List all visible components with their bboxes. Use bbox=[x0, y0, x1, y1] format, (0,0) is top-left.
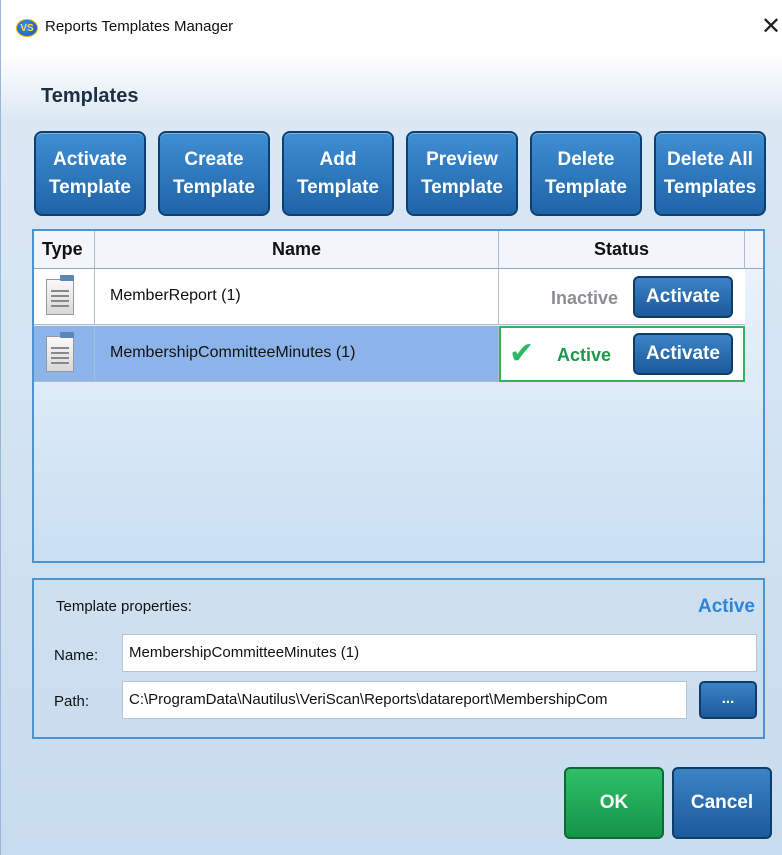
path-label: Path: bbox=[54, 693, 90, 710]
template-properties-panel: Template properties: Active Name: Member… bbox=[32, 578, 765, 739]
close-icon[interactable]: ✕ bbox=[761, 12, 781, 41]
name-label: Name: bbox=[54, 647, 99, 664]
window-title: Reports Templates Manager bbox=[45, 18, 234, 35]
add-template-button[interactable]: Add Template bbox=[282, 131, 394, 216]
column-header-type[interactable]: Type bbox=[34, 231, 95, 268]
create-template-label: Create Template bbox=[172, 148, 255, 198]
template-name: MemberReport (1) bbox=[110, 287, 241, 304]
activate-template-button[interactable]: Activate Template bbox=[34, 131, 146, 216]
ok-button[interactable]: OK bbox=[564, 767, 664, 839]
name-field[interactable]: MembershipCommitteeMinutes (1) bbox=[122, 634, 757, 672]
grid-header: Type Name Status bbox=[34, 231, 763, 269]
delete-template-label: Delete Template bbox=[544, 148, 627, 198]
delete-template-button[interactable]: Delete Template bbox=[530, 131, 642, 216]
type-cell bbox=[34, 326, 95, 382]
properties-title: Template properties: bbox=[56, 598, 192, 615]
name-cell: MemberReport (1) bbox=[95, 269, 499, 325]
status-cell: ✔ Active Activate bbox=[499, 326, 745, 382]
document-icon bbox=[46, 275, 74, 315]
checkmark-icon: ✔ bbox=[509, 337, 535, 370]
status-cell: Inactive Activate bbox=[499, 269, 745, 325]
delete-all-templates-button[interactable]: Delete All Templates bbox=[654, 131, 766, 216]
add-template-label: Add Template bbox=[296, 148, 379, 198]
preview-template-label: Preview Template bbox=[420, 148, 503, 198]
status-text: Inactive bbox=[551, 288, 619, 308]
preview-template-button[interactable]: Preview Template bbox=[406, 131, 518, 216]
title-bar: VS Reports Templates Manager ✕ bbox=[1, 0, 782, 56]
activate-button[interactable]: Activate bbox=[633, 276, 733, 318]
activate-template-label: Activate Template bbox=[48, 148, 131, 198]
reports-templates-manager-window: VS Reports Templates Manager ✕ Templates… bbox=[0, 0, 782, 855]
create-template-button[interactable]: Create Template bbox=[158, 131, 270, 216]
template-name: MembershipCommitteeMinutes (1) bbox=[110, 344, 356, 361]
delete-all-templates-label: Delete All Templates bbox=[663, 148, 757, 198]
activate-button[interactable]: Activate bbox=[633, 333, 733, 375]
table-row[interactable]: MemberReport (1) Inactive Activate bbox=[34, 269, 745, 325]
document-icon bbox=[46, 332, 74, 372]
status-text: Active bbox=[557, 345, 612, 365]
name-cell: MembershipCommitteeMinutes (1) bbox=[95, 326, 499, 382]
type-cell bbox=[34, 269, 95, 325]
browse-button[interactable]: ... bbox=[699, 681, 757, 719]
column-header-status[interactable]: Status bbox=[499, 231, 745, 268]
properties-status: Active bbox=[697, 596, 755, 617]
templates-grid[interactable]: Type Name Status MemberReport (1) Inacti… bbox=[32, 229, 765, 563]
app-logo-icon: VS bbox=[16, 19, 38, 37]
table-row-selected[interactable]: MembershipCommitteeMinutes (1) ✔ Active … bbox=[34, 326, 745, 382]
path-field[interactable]: C:\ProgramData\Nautilus\VeriScan\Reports… bbox=[122, 681, 687, 719]
cancel-button[interactable]: Cancel bbox=[672, 767, 772, 839]
templates-section-title: Templates bbox=[41, 85, 139, 107]
column-header-name[interactable]: Name bbox=[95, 231, 499, 268]
